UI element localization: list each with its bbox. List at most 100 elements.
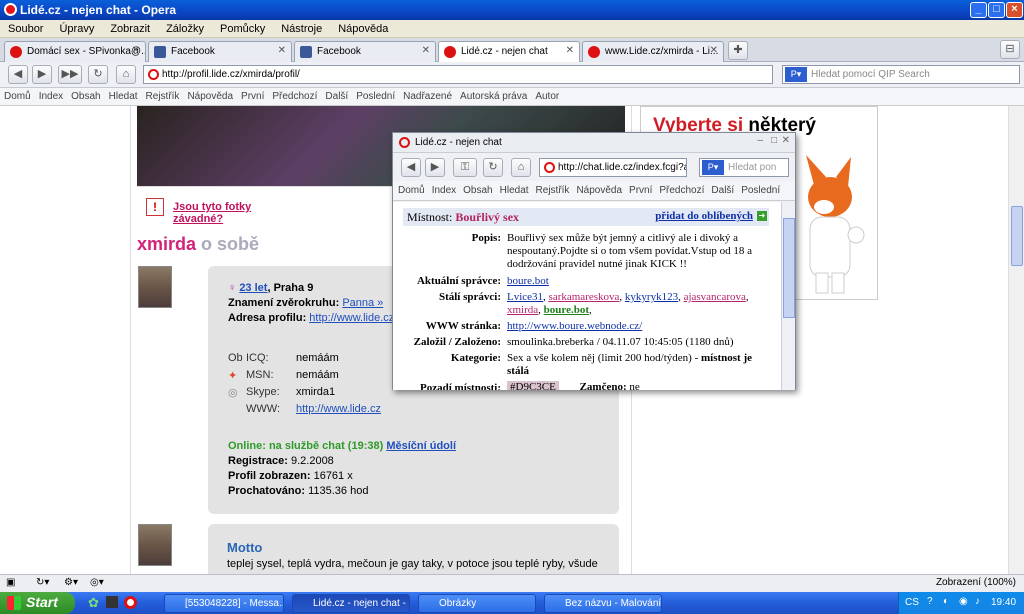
- monthly-link[interactable]: Měsíční údolí: [386, 440, 456, 452]
- tab-lide-chat[interactable]: Lidé.cz - nejen chat ✕: [438, 41, 580, 63]
- scrollbar-thumb[interactable]: [1011, 206, 1023, 266]
- zodiac-link[interactable]: Panna »: [342, 297, 383, 309]
- link-next[interactable]: Další: [706, 181, 736, 196]
- link-help[interactable]: Nápověda: [571, 181, 624, 196]
- forward-button[interactable]: ▶: [32, 65, 52, 84]
- tab-domaci-sex[interactable]: Domácí sex - SPivonka@... ✕: [4, 41, 146, 62]
- home-button[interactable]: ⌂: [116, 65, 136, 84]
- reload-button[interactable]: ↻: [483, 158, 503, 177]
- link-glossary[interactable]: Rejstřík: [142, 88, 184, 102]
- close-tab-icon[interactable]: ✕: [566, 45, 574, 56]
- menu-widgets[interactable]: Pomůcky: [212, 20, 273, 35]
- search-engine-icon[interactable]: P▾: [702, 160, 724, 175]
- link-previous[interactable]: Předchozí: [654, 181, 706, 196]
- menu-file[interactable]: Soubor: [0, 20, 51, 35]
- minimize-button[interactable]: _: [970, 2, 987, 18]
- tab-facebook-1[interactable]: Facebook ✕: [148, 41, 292, 62]
- key-icon[interactable]: ⚿: [453, 158, 477, 177]
- arrow-right-icon[interactable]: ➜: [757, 211, 767, 221]
- taskbar-lide-chat[interactable]: Lidé.cz - nejen chat - ...: [292, 594, 410, 613]
- taskbar-malovani[interactable]: Bez názvu - Malování: [544, 594, 662, 613]
- network-icon[interactable]: ◉: [959, 596, 968, 607]
- taskbar-obrazky[interactable]: Obrázky: [418, 594, 536, 613]
- quicklaunch-icon[interactable]: [106, 596, 118, 608]
- reload-button[interactable]: ↻: [88, 65, 108, 84]
- link-search[interactable]: Hledat: [105, 88, 142, 102]
- menu-help[interactable]: Nápověda: [330, 20, 396, 35]
- close-button[interactable]: ×: [1006, 2, 1023, 18]
- link-index[interactable]: Index: [35, 88, 67, 102]
- panel-toggle-icon[interactable]: ▣: [6, 577, 15, 588]
- link-copyright[interactable]: Autorská práva: [456, 88, 531, 102]
- sync-icon[interactable]: ↻▾: [36, 577, 49, 588]
- link-contents[interactable]: Obsah: [458, 181, 494, 196]
- menu-bookmarks[interactable]: Záložky: [158, 20, 212, 35]
- admin-ajasvancarova[interactable]: ajasvancarova: [684, 291, 746, 303]
- tray-icon[interactable]: ◐: [943, 596, 949, 607]
- back-button[interactable]: ◀: [8, 65, 28, 84]
- help-icon[interactable]: ?: [927, 596, 933, 607]
- forward-button[interactable]: ▶: [425, 158, 445, 177]
- maximize-button[interactable]: □: [988, 2, 1005, 18]
- link-home[interactable]: Domů: [393, 181, 427, 196]
- close-tab-icon[interactable]: ✕: [422, 45, 430, 56]
- link-next[interactable]: Další: [321, 88, 352, 102]
- zoom-level[interactable]: Zobrazení (100%): [936, 577, 1016, 588]
- search-engine-icon[interactable]: P▾: [785, 67, 807, 82]
- home-button[interactable]: ⌂: [511, 158, 531, 177]
- new-tab-button[interactable]: ✚: [728, 41, 748, 60]
- taskbar-messenger[interactable]: [553048228] - Messa...: [164, 594, 284, 613]
- link-last[interactable]: Poslední: [352, 88, 399, 102]
- popup-close-button[interactable]: ✕: [782, 135, 790, 146]
- popup-search-field[interactable]: P▾ Hledat pon: [699, 158, 789, 177]
- opera-quicklaunch-icon[interactable]: [124, 596, 137, 609]
- close-tab-icon[interactable]: ✕: [710, 45, 718, 56]
- quicklaunch-icon[interactable]: ✿: [88, 595, 99, 611]
- popup-scrollbar[interactable]: [781, 202, 795, 390]
- link-previous[interactable]: Předchozí: [268, 88, 321, 102]
- link-last[interactable]: Poslední: [736, 181, 782, 196]
- report-link[interactable]: Jsou tyto fotky závadné?: [173, 201, 303, 225]
- age[interactable]: 23 let: [239, 282, 267, 294]
- menu-edit[interactable]: Úpravy: [51, 20, 102, 35]
- admin-kykyryk123[interactable]: kykyryk123: [625, 291, 678, 303]
- tools-icon[interactable]: ⚙▾: [64, 577, 78, 588]
- back-button[interactable]: ◀: [401, 158, 421, 177]
- close-tab-icon[interactable]: ✕: [278, 45, 286, 56]
- close-tab-icon[interactable]: ✕: [132, 45, 140, 56]
- link-index[interactable]: Index: [427, 181, 458, 196]
- www-page-link[interactable]: http://www.boure.webnode.cz/: [507, 320, 642, 332]
- link-up[interactable]: Nadřazené: [399, 88, 456, 102]
- link-first[interactable]: První: [237, 88, 268, 102]
- popup-minimize-button[interactable]: –: [757, 135, 763, 146]
- admin-link[interactable]: boure.bot: [507, 275, 549, 287]
- trash-icon[interactable]: ⊟: [1000, 40, 1020, 59]
- popup-address-field[interactable]: http://chat.lide.cz/index.fcgi?ak: [539, 158, 687, 177]
- add-to-favorites-link[interactable]: přidat do oblíbených: [655, 210, 753, 222]
- search-field[interactable]: P▾ Hledat pomocí QIP Search: [782, 65, 1020, 84]
- avatar[interactable]: [138, 266, 172, 308]
- tab-lide-xmirda[interactable]: www.Lide.cz/xmirda - Li... ✕: [582, 41, 724, 62]
- tab-facebook-2[interactable]: Facebook ✕: [294, 41, 436, 62]
- link-glossary[interactable]: Rejstřík: [531, 181, 572, 196]
- page-scrollbar[interactable]: [1008, 106, 1024, 574]
- link-contents[interactable]: Obsah: [67, 88, 104, 102]
- reload-status-icon[interactable]: ◎▾: [90, 577, 104, 588]
- admin-sarkamareskova[interactable]: sarkamareskova: [549, 291, 620, 303]
- address-field[interactable]: http://profil.lide.cz/xmirda/profil/: [143, 65, 773, 84]
- www-link[interactable]: http://www.lide.cz: [296, 403, 381, 415]
- menu-tools[interactable]: Nástroje: [273, 20, 330, 35]
- link-home[interactable]: Domů: [0, 88, 35, 102]
- popup-maximize-button[interactable]: □: [771, 135, 777, 146]
- fast-forward-button[interactable]: ▶▶: [58, 65, 82, 84]
- link-author[interactable]: Autor: [531, 88, 563, 102]
- profile-address-link[interactable]: http://www.lide.cz/: [309, 312, 397, 324]
- admin-lvice31[interactable]: Lvice31: [507, 291, 543, 303]
- scrollbar-thumb[interactable]: [783, 218, 795, 318]
- link-help[interactable]: Nápověda: [183, 88, 237, 102]
- link-search[interactable]: Hledat: [495, 181, 531, 196]
- start-button[interactable]: Start: [0, 592, 75, 614]
- language-indicator[interactable]: CS: [905, 597, 919, 608]
- volume-icon[interactable]: ♪: [975, 596, 980, 607]
- menu-view[interactable]: Zobrazit: [102, 20, 158, 35]
